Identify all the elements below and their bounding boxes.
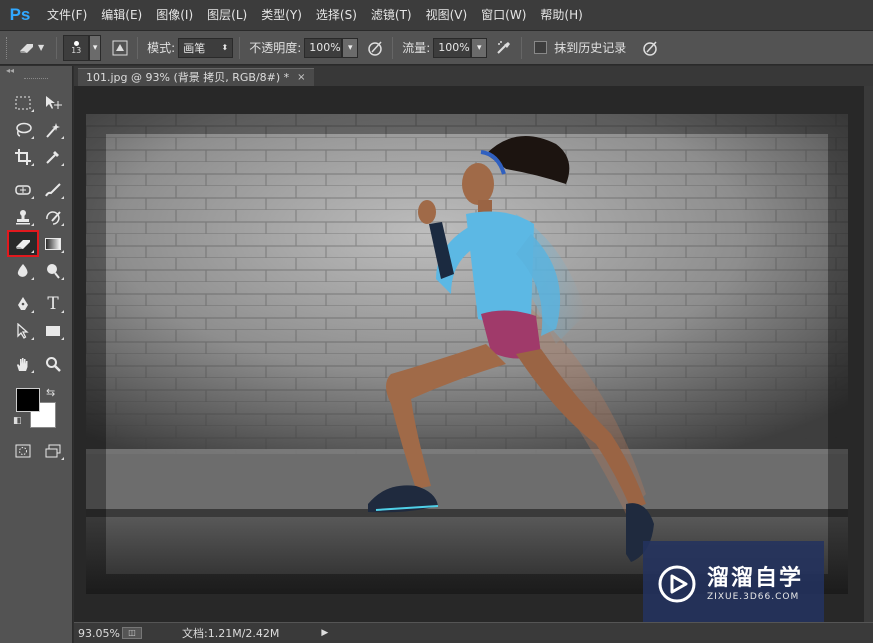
- flow-dropdown-icon[interactable]: ▾: [471, 37, 488, 58]
- menu-window[interactable]: 窗口(W): [474, 0, 533, 30]
- eyedropper-tool[interactable]: [38, 144, 68, 169]
- type-tool[interactable]: T: [38, 291, 68, 316]
- preset-dropdown-arrow-icon[interactable]: ▼: [38, 43, 44, 52]
- tools-panel: ◂◂ T ⇆ ◧: [0, 66, 73, 643]
- brush-size: 13: [71, 45, 82, 55]
- brush-picker[interactable]: 13: [63, 34, 90, 61]
- pressure-size-icon[interactable]: [639, 37, 661, 59]
- status-bar: 93.05% ◫ 文档:1.21M/2.42M ▶: [74, 622, 873, 643]
- history-brush-tool[interactable]: [38, 204, 68, 229]
- opacity-dropdown-icon[interactable]: ▾: [342, 37, 359, 58]
- watermark-text: 溜溜自学 ZIXUE.3D66.COM: [707, 566, 803, 602]
- panel-grip[interactable]: [24, 78, 48, 86]
- brush-picker-arrow-icon[interactable]: ▾: [89, 34, 102, 61]
- watermark-badge: 溜溜自学 ZIXUE.3D66.COM: [643, 541, 824, 626]
- watermark-title: 溜溜自学: [707, 565, 804, 591]
- mode-select[interactable]: 画笔 ⬍: [178, 37, 234, 58]
- pen-tool[interactable]: [8, 291, 38, 316]
- swap-colors-icon[interactable]: ⇆: [46, 386, 55, 399]
- flow-input[interactable]: 100%: [433, 37, 472, 58]
- collapse-panel-icon[interactable]: ◂◂: [0, 66, 72, 76]
- menu-view[interactable]: 视图(V): [419, 0, 475, 30]
- pressure-opacity-icon[interactable]: [364, 37, 386, 59]
- menu-filter[interactable]: 滤镜(T): [364, 0, 419, 30]
- brush-tool[interactable]: [38, 177, 68, 202]
- crop-tool[interactable]: [8, 144, 38, 169]
- document-size-info: 文档:1.21M/2.42M: [182, 627, 280, 640]
- menu-layer[interactable]: 图层(L): [200, 0, 254, 30]
- menu-edit[interactable]: 编辑(E): [94, 0, 149, 30]
- brush-panel-icon[interactable]: [109, 37, 131, 59]
- clone-stamp-tool[interactable]: [8, 204, 38, 229]
- type-icon: T: [47, 293, 59, 314]
- healing-brush-tool[interactable]: [8, 177, 38, 202]
- document-tab-title: 101.jpg @ 93% (背景 拷贝, RGB/8#) *: [86, 70, 290, 84]
- marquee-tool[interactable]: [8, 90, 38, 115]
- watermark-play-logo-icon: [658, 565, 696, 602]
- vertical-scrollbar[interactable]: [864, 86, 873, 623]
- menu-items: 文件(F) 编辑(E) 图像(I) 图层(L) 类型(Y) 选择(S) 滤镜(T…: [40, 0, 590, 30]
- divider: [239, 36, 241, 59]
- proof-status-icon[interactable]: ◫: [122, 627, 142, 639]
- options-grip[interactable]: [6, 36, 16, 59]
- close-tab-icon[interactable]: ×: [297, 69, 305, 87]
- photoshop-logo: Ps: [9, 5, 31, 24]
- blur-tool[interactable]: [8, 258, 38, 283]
- divider: [56, 36, 58, 59]
- divider: [521, 36, 523, 59]
- gradient-tool[interactable]: [38, 231, 68, 256]
- eraser-preset-icon[interactable]: [16, 37, 38, 59]
- color-swatches: ⇆ ◧: [0, 384, 72, 432]
- mode-label: 模式:: [147, 41, 176, 55]
- divider: [392, 36, 394, 59]
- runner-photo: [86, 114, 848, 594]
- opacity-input[interactable]: 100%: [304, 37, 343, 58]
- path-selection-tool[interactable]: [8, 318, 38, 343]
- menu-image[interactable]: 图像(I): [149, 0, 200, 30]
- document-tab[interactable]: 101.jpg @ 93% (背景 拷贝, RGB/8#) * ×: [78, 68, 314, 86]
- rectangle-tool[interactable]: [38, 318, 68, 343]
- mode-value: 画笔: [183, 41, 206, 55]
- erase-history-checkbox[interactable]: [534, 41, 548, 54]
- watermark-url: ZIXUE.3D66.COM: [707, 591, 800, 602]
- menu-bar: Ps 文件(F) 编辑(E) 图像(I) 图层(L) 类型(Y) 选择(S) 滤…: [0, 0, 873, 30]
- flow-label: 流量:: [402, 41, 431, 55]
- menu-file[interactable]: 文件(F): [40, 0, 94, 30]
- document-canvas-image[interactable]: [86, 114, 848, 594]
- menu-help[interactable]: 帮助(H): [533, 0, 589, 30]
- erase-history-label[interactable]: 抹到历史记录: [554, 39, 626, 56]
- status-menu-arrow-icon[interactable]: ▶: [321, 628, 328, 638]
- divider: [137, 36, 139, 59]
- dodge-tool[interactable]: [38, 258, 68, 283]
- screen-mode-icon[interactable]: [38, 438, 68, 463]
- menu-select[interactable]: 选择(S): [309, 0, 364, 30]
- mode-updown-icon: ⬍: [221, 43, 229, 52]
- foreground-color-swatch[interactable]: [16, 388, 40, 412]
- zoom-level[interactable]: 93.05%: [78, 627, 122, 640]
- menu-type[interactable]: 类型(Y): [254, 0, 309, 30]
- default-colors-icon[interactable]: ◧: [13, 416, 22, 426]
- move-tool[interactable]: [38, 90, 68, 115]
- hand-tool[interactable]: [8, 351, 38, 376]
- eraser-tool[interactable]: [7, 230, 39, 257]
- document-tab-bar: 101.jpg @ 93% (背景 拷贝, RGB/8#) * ×: [74, 66, 873, 86]
- airbrush-icon[interactable]: [493, 37, 515, 59]
- lasso-tool[interactable]: [8, 117, 38, 142]
- magic-wand-tool[interactable]: [38, 117, 68, 142]
- options-bar: ▼ 13 ▾ 模式: 画笔 ⬍ 不透明度: 100% ▾ 流量: 100% ▾ …: [0, 30, 873, 65]
- quick-mask-icon[interactable]: [8, 438, 38, 463]
- zoom-tool[interactable]: [38, 351, 68, 376]
- opacity-label: 不透明度:: [249, 41, 302, 55]
